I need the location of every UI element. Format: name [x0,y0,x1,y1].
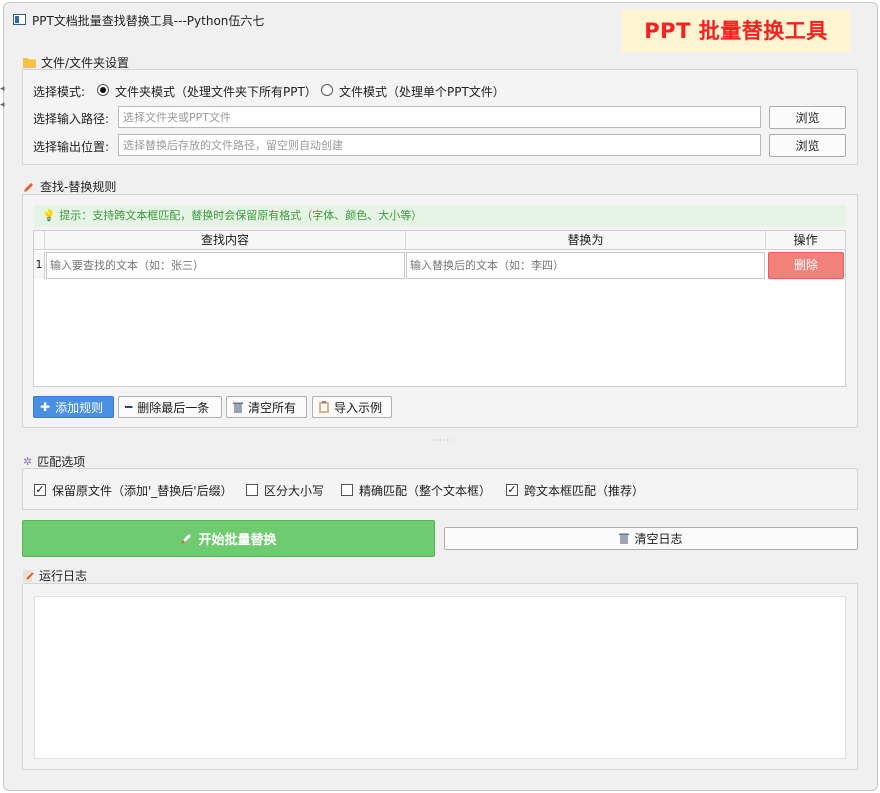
file-mode-radio[interactable] [321,84,333,96]
gear-icon: ✲ [23,455,33,468]
exact-match-checkbox[interactable] [341,484,353,496]
side-marker: ◂ [0,100,5,110]
side-marker: ◂ [0,84,5,94]
rules-section-title: 查找-替换规则 [23,178,116,195]
rocket-icon [181,533,192,544]
trash-icon [619,533,630,544]
app-icon [13,14,26,25]
browse-input-button[interactable]: 浏览 [769,106,846,129]
remove-last-button[interactable]: ━ 删除最后一条 [118,396,222,418]
browse-output-button[interactable]: 浏览 [769,134,846,157]
import-example-button[interactable]: 导入示例 [312,396,392,418]
folder-mode-radio[interactable] [97,84,109,96]
add-rule-button[interactable]: ✚ 添加规则 [33,396,114,418]
column-header-replace[interactable]: 替换为 [406,231,766,250]
delete-rule-button[interactable]: 删除 [768,252,844,279]
input-path-label: 选择输入路径: [33,112,110,126]
input-path-field[interactable] [118,106,761,128]
mode-label: 选择模式: [33,85,86,99]
row-header-corner [34,231,45,250]
trash-icon [233,402,243,413]
clipboard-icon [319,401,329,413]
start-replace-button[interactable]: 开始批量替换 [22,520,435,557]
rules-table: 查找内容 替换为 操作 1 删除 [33,230,846,387]
replace-text-input[interactable] [406,252,765,279]
case-sensitive-label[interactable]: 区分大小写 [264,482,324,499]
hint-banner: 💡 提示：支持跨文本框匹配，替换时会保留原有格式（字体、颜色、大小等） [34,205,846,227]
bulb-icon: 💡 [42,209,56,222]
window-title: PPT文档批量查找替换工具---Python伍六七 [32,14,265,28]
case-sensitive-checkbox[interactable] [246,484,258,496]
folder-mode-label[interactable]: 文件夹模式（处理文件夹下所有PPT） [115,83,317,100]
column-header-find[interactable]: 查找内容 [45,231,406,250]
keep-original-label[interactable]: 保留原文件（添加'_替换后'后缀） [52,482,233,499]
cross-textbox-checkbox[interactable]: ✓ [506,484,518,496]
log-output-area[interactable] [34,596,846,759]
clear-log-button[interactable]: 清空日志 [444,527,858,550]
keep-original-checkbox[interactable]: ✓ [34,484,46,496]
row-number: 1 [34,251,45,279]
output-path-field[interactable] [118,134,761,156]
file-mode-label[interactable]: 文件模式（处理单个PPT文件） [339,83,505,100]
exact-match-label[interactable]: 精确匹配（整个文本框） [359,482,491,499]
output-path-label: 选择输出位置: [33,140,110,154]
clear-all-button[interactable]: 清空所有 [226,396,307,418]
brand-banner: PPT 批量替换工具 [622,10,850,52]
find-text-input[interactable] [46,252,405,279]
log-icon [23,569,34,582]
splitter-handle[interactable]: ······ [432,436,453,445]
minus-icon: ━ [125,400,133,414]
column-header-action[interactable]: 操作 [766,231,845,250]
plus-icon: ✚ [40,400,51,414]
pencil-icon [24,182,33,192]
log-section-title: 运行日志 [23,567,87,584]
cross-textbox-label[interactable]: 跨文本框匹配（推荐） [524,482,644,499]
folder-icon [23,58,36,68]
